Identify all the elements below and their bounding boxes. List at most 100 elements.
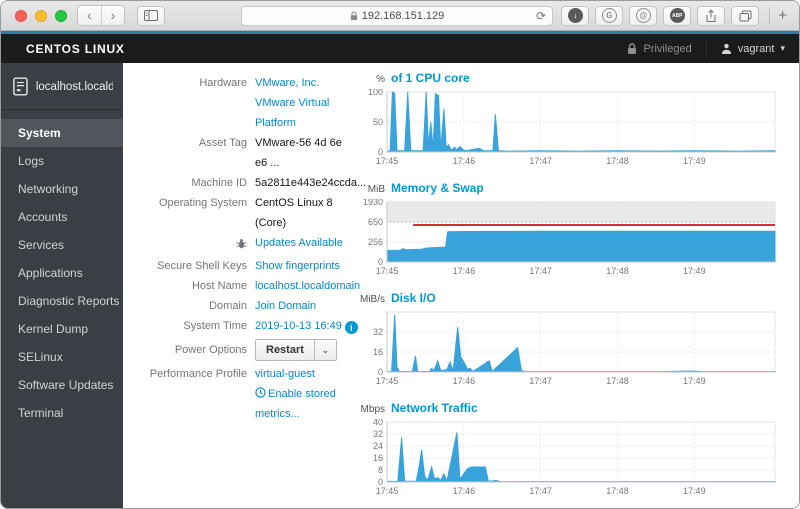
window-controls bbox=[15, 9, 67, 22]
toolbar-extensions: ↓ G @ ABP + bbox=[561, 5, 791, 26]
new-tab-button[interactable]: + bbox=[769, 7, 791, 24]
join-domain-link[interactable]: Join Domain bbox=[255, 300, 316, 312]
back-button[interactable]: ‹ bbox=[78, 6, 101, 25]
sidebar-item-accounts[interactable]: Accounts bbox=[1, 203, 123, 231]
extension-at-button[interactable]: @ bbox=[629, 5, 658, 26]
disk-chart-title-link[interactable]: Disk I/O bbox=[391, 291, 436, 305]
stored-metrics-row: Enable stored metrics... bbox=[143, 384, 355, 424]
zoom-window-button[interactable] bbox=[55, 9, 67, 22]
hardware-label: Hardware bbox=[199, 77, 247, 89]
privileged-indicator[interactable]: Privileged bbox=[627, 43, 692, 55]
brand-title: CENTOS LINUX bbox=[26, 41, 125, 56]
tls-lock-icon bbox=[350, 11, 357, 20]
share-icon bbox=[706, 8, 716, 22]
power-options-label: Power Options bbox=[174, 343, 247, 356]
network-traffic-graph[interactable]: 081624324017:45 17:46 17:47 17:48 17:49 bbox=[355, 419, 779, 497]
host-name-label: localhost.locald... bbox=[35, 80, 113, 93]
cpu-chart-title-link[interactable]: of 1 CPU core bbox=[391, 71, 470, 85]
address-bar[interactable]: 192.168.151.129 ⟳ bbox=[241, 6, 553, 26]
domain-label: Domain bbox=[209, 299, 247, 312]
sidebar-item-logs[interactable]: Logs bbox=[1, 147, 123, 175]
svg-text:17:47: 17:47 bbox=[529, 486, 552, 496]
svg-text:17:48: 17:48 bbox=[606, 486, 629, 496]
sidebar-item-kernel-dump[interactable]: Kernel Dump bbox=[1, 315, 123, 343]
show-tabs-button[interactable] bbox=[731, 5, 760, 26]
sidebar-item-system[interactable]: System bbox=[1, 119, 123, 147]
cpu-chart: % of 1 CPU core 0 50 100 17:45 17:46 17:47 17:… bbox=[355, 71, 799, 167]
performance-profile-link[interactable]: virtual-guest bbox=[255, 368, 315, 380]
share-button[interactable] bbox=[697, 5, 726, 26]
ssh-keys-label: Secure Shell Keys bbox=[157, 259, 247, 272]
restart-button[interactable]: Restart bbox=[255, 338, 315, 361]
history-clock-icon bbox=[255, 386, 266, 398]
close-window-button[interactable] bbox=[15, 9, 27, 22]
svg-text:50: 50 bbox=[373, 117, 383, 127]
chevron-down-icon: ▾ bbox=[780, 43, 785, 53]
hardware-link[interactable]: VMware, Inc. VMware Virtual Platform bbox=[255, 77, 329, 129]
power-options-dropdown[interactable]: ⌄ bbox=[314, 338, 337, 361]
svg-text:256: 256 bbox=[368, 237, 383, 247]
sidebar-item-services[interactable]: Services bbox=[1, 231, 123, 259]
machine-id-label: Machine ID bbox=[191, 177, 247, 189]
disk-io-graph[interactable]: 0163217:45 17:46 17:47 17:48 17:49 bbox=[355, 309, 779, 387]
svg-text:17:47: 17:47 bbox=[529, 376, 552, 386]
svg-text:17:48: 17:48 bbox=[606, 156, 629, 166]
sidebar-item-diagnostic-reports[interactable]: Diagnostic Reports bbox=[1, 287, 123, 315]
host-selector[interactable]: localhost.locald... bbox=[1, 63, 123, 110]
svg-text:17:49: 17:49 bbox=[683, 486, 706, 496]
show-fingerprints-link[interactable]: Show fingerprints bbox=[255, 260, 340, 272]
memory-swap-graph[interactable]: 0256650193017:45 17:46 17:47 17:48 17:49 bbox=[355, 199, 779, 277]
svg-text:32: 32 bbox=[373, 327, 383, 337]
memory-chart-title-link[interactable]: Memory & Swap bbox=[391, 181, 484, 195]
at-extension-icon: @ bbox=[635, 8, 651, 23]
downloads-button[interactable]: ↓ bbox=[561, 5, 590, 26]
hostname-label: Host Name bbox=[191, 279, 247, 292]
sidebar-item-terminal[interactable]: Terminal bbox=[1, 399, 123, 427]
user-name: vagrant bbox=[737, 42, 775, 55]
cpu-usage-graph[interactable]: 05010017:45 17:46 17:47 17:48 17:49 bbox=[355, 89, 779, 167]
minimize-window-button[interactable] bbox=[35, 9, 47, 22]
memory-chart-unit: MiB bbox=[367, 184, 385, 195]
network-chart-title-link[interactable]: Network Traffic bbox=[391, 401, 478, 415]
sidebar-toggle-button[interactable] bbox=[137, 5, 165, 26]
user-icon bbox=[721, 43, 731, 54]
adblock-button[interactable]: ABP bbox=[663, 5, 692, 26]
asset-tag-label: Asset Tag bbox=[198, 137, 247, 149]
updates-row: Updates Available bbox=[143, 233, 355, 256]
forward-button[interactable]: › bbox=[101, 6, 124, 25]
system-time-link[interactable]: 2019-10-13 16:49 bbox=[255, 320, 342, 332]
svg-text:17:45: 17:45 bbox=[376, 266, 399, 276]
svg-text:24: 24 bbox=[373, 441, 383, 451]
svg-text:17:46: 17:46 bbox=[453, 266, 476, 276]
sidebar-item-selinux[interactable]: SELinux bbox=[1, 343, 123, 371]
svg-text:17:45: 17:45 bbox=[376, 486, 399, 496]
sidebar-item-networking[interactable]: Networking bbox=[1, 175, 123, 203]
extension-g-button[interactable]: G bbox=[595, 5, 624, 26]
browser-window: ‹ › 192.168.151.129 ⟳ ↓ G @ ABP + CENTOS bbox=[0, 0, 800, 509]
sidebar-item-applications[interactable]: Applications bbox=[1, 259, 123, 287]
tabs-icon bbox=[739, 10, 752, 21]
svg-text:17:46: 17:46 bbox=[453, 486, 476, 496]
os-value: CentOS Linux 8 (Core) bbox=[255, 197, 333, 229]
download-icon: ↓ bbox=[567, 8, 583, 23]
system-time-label: System Time bbox=[183, 319, 247, 332]
url-text: 192.168.151.129 bbox=[361, 10, 445, 22]
performance-profile-label: Performance Profile bbox=[149, 367, 247, 380]
svg-text:8: 8 bbox=[378, 465, 383, 475]
svg-text:40: 40 bbox=[373, 419, 383, 427]
svg-text:17:48: 17:48 bbox=[606, 266, 629, 276]
sidebar-item-software-updates[interactable]: Software Updates bbox=[1, 371, 123, 399]
sidebar-nav: System Logs Networking Accounts Services… bbox=[1, 119, 123, 427]
sidebar-toggle-icon bbox=[144, 10, 158, 21]
reload-button[interactable]: ⟳ bbox=[536, 9, 546, 23]
adblock-icon: ABP bbox=[669, 8, 685, 23]
svg-text:17:46: 17:46 bbox=[453, 376, 476, 386]
enable-stored-metrics-link[interactable]: Enable stored metrics... bbox=[255, 388, 336, 420]
machine-id-row: Machine ID 5a2811e443e24ccda... bbox=[143, 173, 366, 193]
user-menu[interactable]: vagrant ▾ bbox=[721, 43, 785, 55]
hostname-link[interactable]: localhost.localdomain bbox=[255, 280, 360, 292]
updates-available-link[interactable]: Updates Available bbox=[255, 237, 343, 249]
memory-chart: MiB Memory & Swap 0 256 650 1930 17:45 17:46 1… bbox=[355, 181, 799, 277]
svg-text:100: 100 bbox=[368, 89, 383, 97]
system-time-row: System Time 2019-10-13 16:49 i bbox=[143, 316, 358, 336]
